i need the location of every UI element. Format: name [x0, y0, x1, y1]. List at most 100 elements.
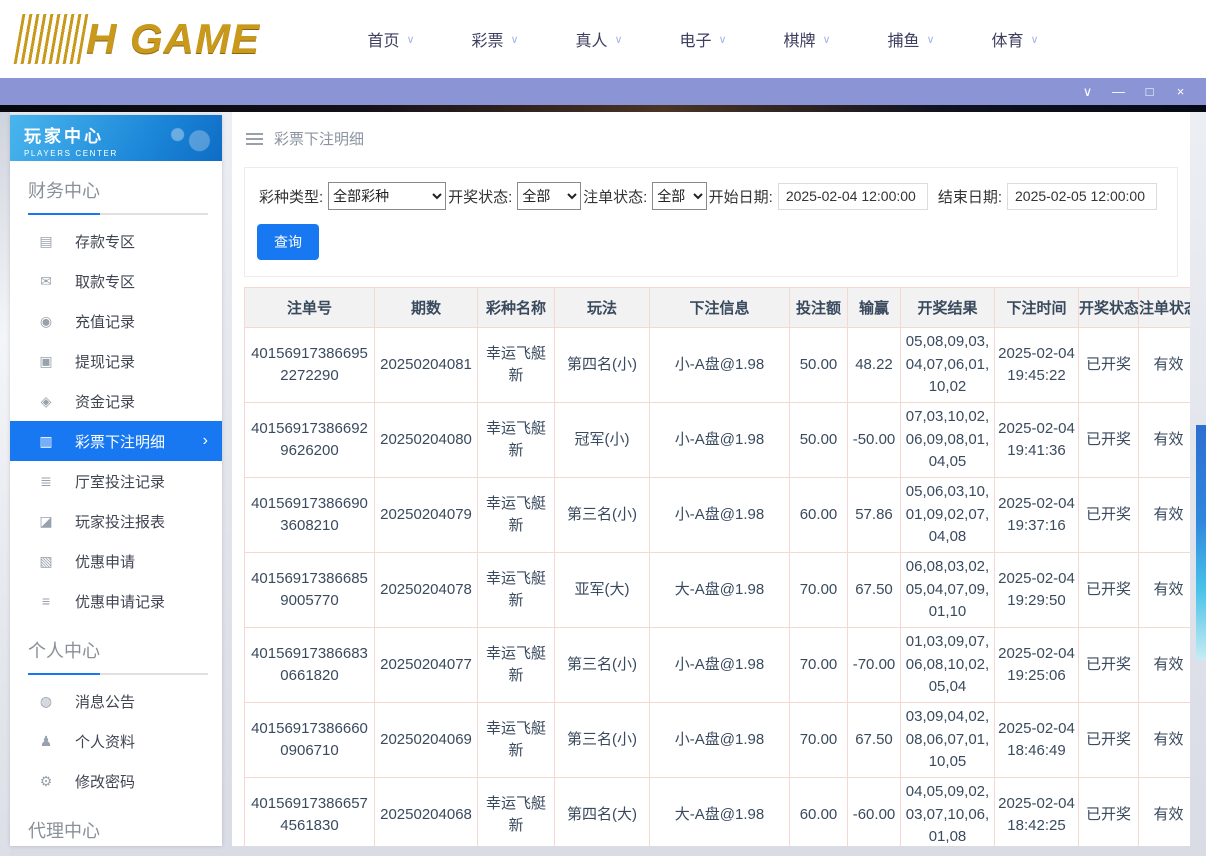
sidebar-item-label: 优惠申请: [75, 551, 135, 572]
window-controls: ∨—□×: [1072, 78, 1196, 105]
table-cell: 20250204078: [375, 553, 478, 628]
start-date-input[interactable]: [778, 183, 928, 210]
sidebar-item-label: 彩票下注明细: [75, 431, 165, 452]
sidebar-item-recharge-records[interactable]: ◉充值记录: [10, 301, 222, 341]
table-cell: 50.00: [790, 328, 848, 403]
promo-apply-icon: ▧: [37, 553, 55, 570]
sidebar-item-label: 优惠申请记录: [75, 591, 165, 612]
table-cell: 幸运飞艇新: [478, 403, 555, 478]
chevron-down-icon: ∨: [718, 33, 726, 46]
minimize-button[interactable]: —: [1103, 78, 1134, 105]
nav-item-home[interactable]: 首页∨: [339, 27, 443, 51]
table-cell: 401569173866952272290: [245, 328, 375, 403]
column-header: 输赢: [848, 288, 901, 328]
gamepad-decor-graphic: [162, 121, 214, 155]
table-cell: 401569173866903608210: [245, 478, 375, 553]
table-row: 40156917386685900577020250204078幸运飞艇新亚军(…: [245, 553, 1191, 628]
draw-status-label: 开奖状态:: [448, 186, 512, 207]
table-cell: 70.00: [790, 703, 848, 778]
table-cell: 亚军(大): [555, 553, 650, 628]
table-cell: 已开奖: [1079, 703, 1139, 778]
search-button[interactable]: 查询: [257, 224, 319, 260]
table-row: 40156917386683066182020250204077幸运飞艇新第三名…: [245, 628, 1191, 703]
deposit-icon: ▤: [37, 233, 55, 250]
column-header: 玩法: [555, 288, 650, 328]
nav-item-lottery[interactable]: 彩票∨: [443, 27, 547, 51]
table-cell: 401569173866859005770: [245, 553, 375, 628]
main-panel: 彩票下注明细 彩种类型: 全部彩种 开奖状态: 全部 注单状态: 全部 开始日期…: [232, 112, 1190, 846]
nav-item-fishing[interactable]: 捕鱼 ∨: [859, 27, 963, 51]
column-header: 彩种名称: [478, 288, 555, 328]
logo-stripes-graphic: [14, 14, 89, 64]
table-cell: 2025-02-04 19:41:36: [995, 403, 1079, 478]
table-cell: 2025-02-04 18:46:49: [995, 703, 1079, 778]
sidebar-item-funds-records[interactable]: ◈资金记录: [10, 381, 222, 421]
promo-record-icon: ≡: [37, 593, 55, 609]
table-cell: -50.00: [848, 403, 901, 478]
table-cell: 06,08,03,02,05,04,07,09,01,10: [901, 553, 995, 628]
nav-item-chess[interactable]: 棋牌 ∨: [755, 27, 859, 51]
sidebar-item-change-password[interactable]: ⚙修改密码: [10, 761, 222, 801]
table-cell: 已开奖: [1079, 778, 1139, 847]
bets-table: 注单号期数彩种名称玩法下注信息投注额输赢开奖结果下注时间开奖状态注单状态 401…: [244, 287, 1190, 846]
column-header: 开奖结果: [901, 288, 995, 328]
lottery-type-select[interactable]: 全部彩种: [328, 182, 446, 210]
nav-item-label: 体育: [991, 27, 1023, 51]
table-cell: 小-A盘@1.98: [650, 628, 790, 703]
sidebar-item-promo-apply-records[interactable]: ≡ 优惠申请记录: [10, 581, 222, 621]
table-cell: 48.22: [848, 328, 901, 403]
chevron-down-icon: ∨: [926, 33, 934, 46]
table-cell: 小-A盘@1.98: [650, 328, 790, 403]
sidebar-item-withdrawal-records[interactable]: ▣提现记录: [10, 341, 222, 381]
draw-status-select[interactable]: 全部: [517, 182, 581, 210]
table-cell: 07,03,10,02,06,09,08,01,04,05: [901, 403, 995, 478]
sidebar-item-profile[interactable]: ♟个人资料: [10, 721, 222, 761]
chevron-down-icon: ∨: [614, 33, 622, 46]
nav-item-label: 棋牌: [783, 27, 815, 51]
table-cell: 已开奖: [1079, 478, 1139, 553]
column-header: 注单状态: [1139, 288, 1191, 328]
dropdown-button[interactable]: ∨: [1072, 78, 1103, 105]
table-cell: 有效: [1139, 628, 1191, 703]
sidebar-item-hall-bet-records[interactable]: ≣厅室投注记录: [10, 461, 222, 501]
sidebar-item-player-bet-report[interactable]: ◪玩家投注报表: [10, 501, 222, 541]
sidebar-item-deposit[interactable]: ▤存款专区: [10, 221, 222, 261]
nav-item-sports[interactable]: 体育∨: [963, 27, 1067, 51]
table-cell: 第四名(小): [555, 328, 650, 403]
nav-item-label: 捕鱼: [887, 27, 919, 51]
table-row: 40156917386692962620020250204080幸运飞艇新冠军(…: [245, 403, 1191, 478]
sidebar-item-withdraw[interactable]: ✉取款专区: [10, 261, 222, 301]
end-date-input[interactable]: [1007, 183, 1157, 210]
top-bar: H GAME 首页∨彩票∨真人∨电子∨棋牌∨捕鱼∨体育∨: [0, 0, 1206, 78]
table-cell: 2025-02-04 19:37:16: [995, 478, 1079, 553]
table-cell: 60.00: [790, 778, 848, 847]
breadcrumb: 彩票下注明细: [232, 112, 1190, 159]
section-header: 代理中心: [10, 801, 222, 846]
close-button[interactable]: ×: [1165, 78, 1196, 105]
sidebar-item-label: 消息公告: [75, 691, 135, 712]
table-cell: 冠军(小): [555, 403, 650, 478]
table-cell: 57.86: [848, 478, 901, 553]
table-cell: 2025-02-04 19:25:06: [995, 628, 1079, 703]
order-status-select[interactable]: 全部: [652, 182, 706, 210]
sidebar-item-messages[interactable]: ◍消息公告: [10, 681, 222, 721]
chevron-down-icon: ∨: [822, 33, 830, 46]
table-cell: 幸运飞艇新: [478, 703, 555, 778]
maximize-button[interactable]: □: [1134, 78, 1165, 105]
table-cell: 大-A盘@1.98: [650, 553, 790, 628]
table-header-row: 注单号期数彩种名称玩法下注信息投注额输赢开奖结果下注时间开奖状态注单状态: [245, 288, 1191, 328]
end-date-label: 结束日期:: [938, 186, 1002, 207]
table-cell: 20250204079: [375, 478, 478, 553]
menu-icon[interactable]: [246, 130, 263, 148]
table-cell: 有效: [1139, 328, 1191, 403]
table-cell: 第三名(小): [555, 703, 650, 778]
column-header: 开奖状态: [1079, 288, 1139, 328]
table-cell: 04,05,09,02,03,07,10,06,01,08: [901, 778, 995, 847]
nav-item-live[interactable]: 真人∨: [547, 27, 651, 51]
sidebar-item-lottery-bet-details[interactable]: ▥彩票下注明细›: [10, 421, 222, 461]
nav-item-slots[interactable]: 电子∨: [651, 27, 755, 51]
nav-item-label: 彩票: [471, 27, 503, 51]
table-cell: 01,03,09,07,06,08,10,02,05,04: [901, 628, 995, 703]
sidebar-item-promo-apply[interactable]: ▧ 优惠申请: [10, 541, 222, 581]
section-divider: [28, 673, 208, 675]
